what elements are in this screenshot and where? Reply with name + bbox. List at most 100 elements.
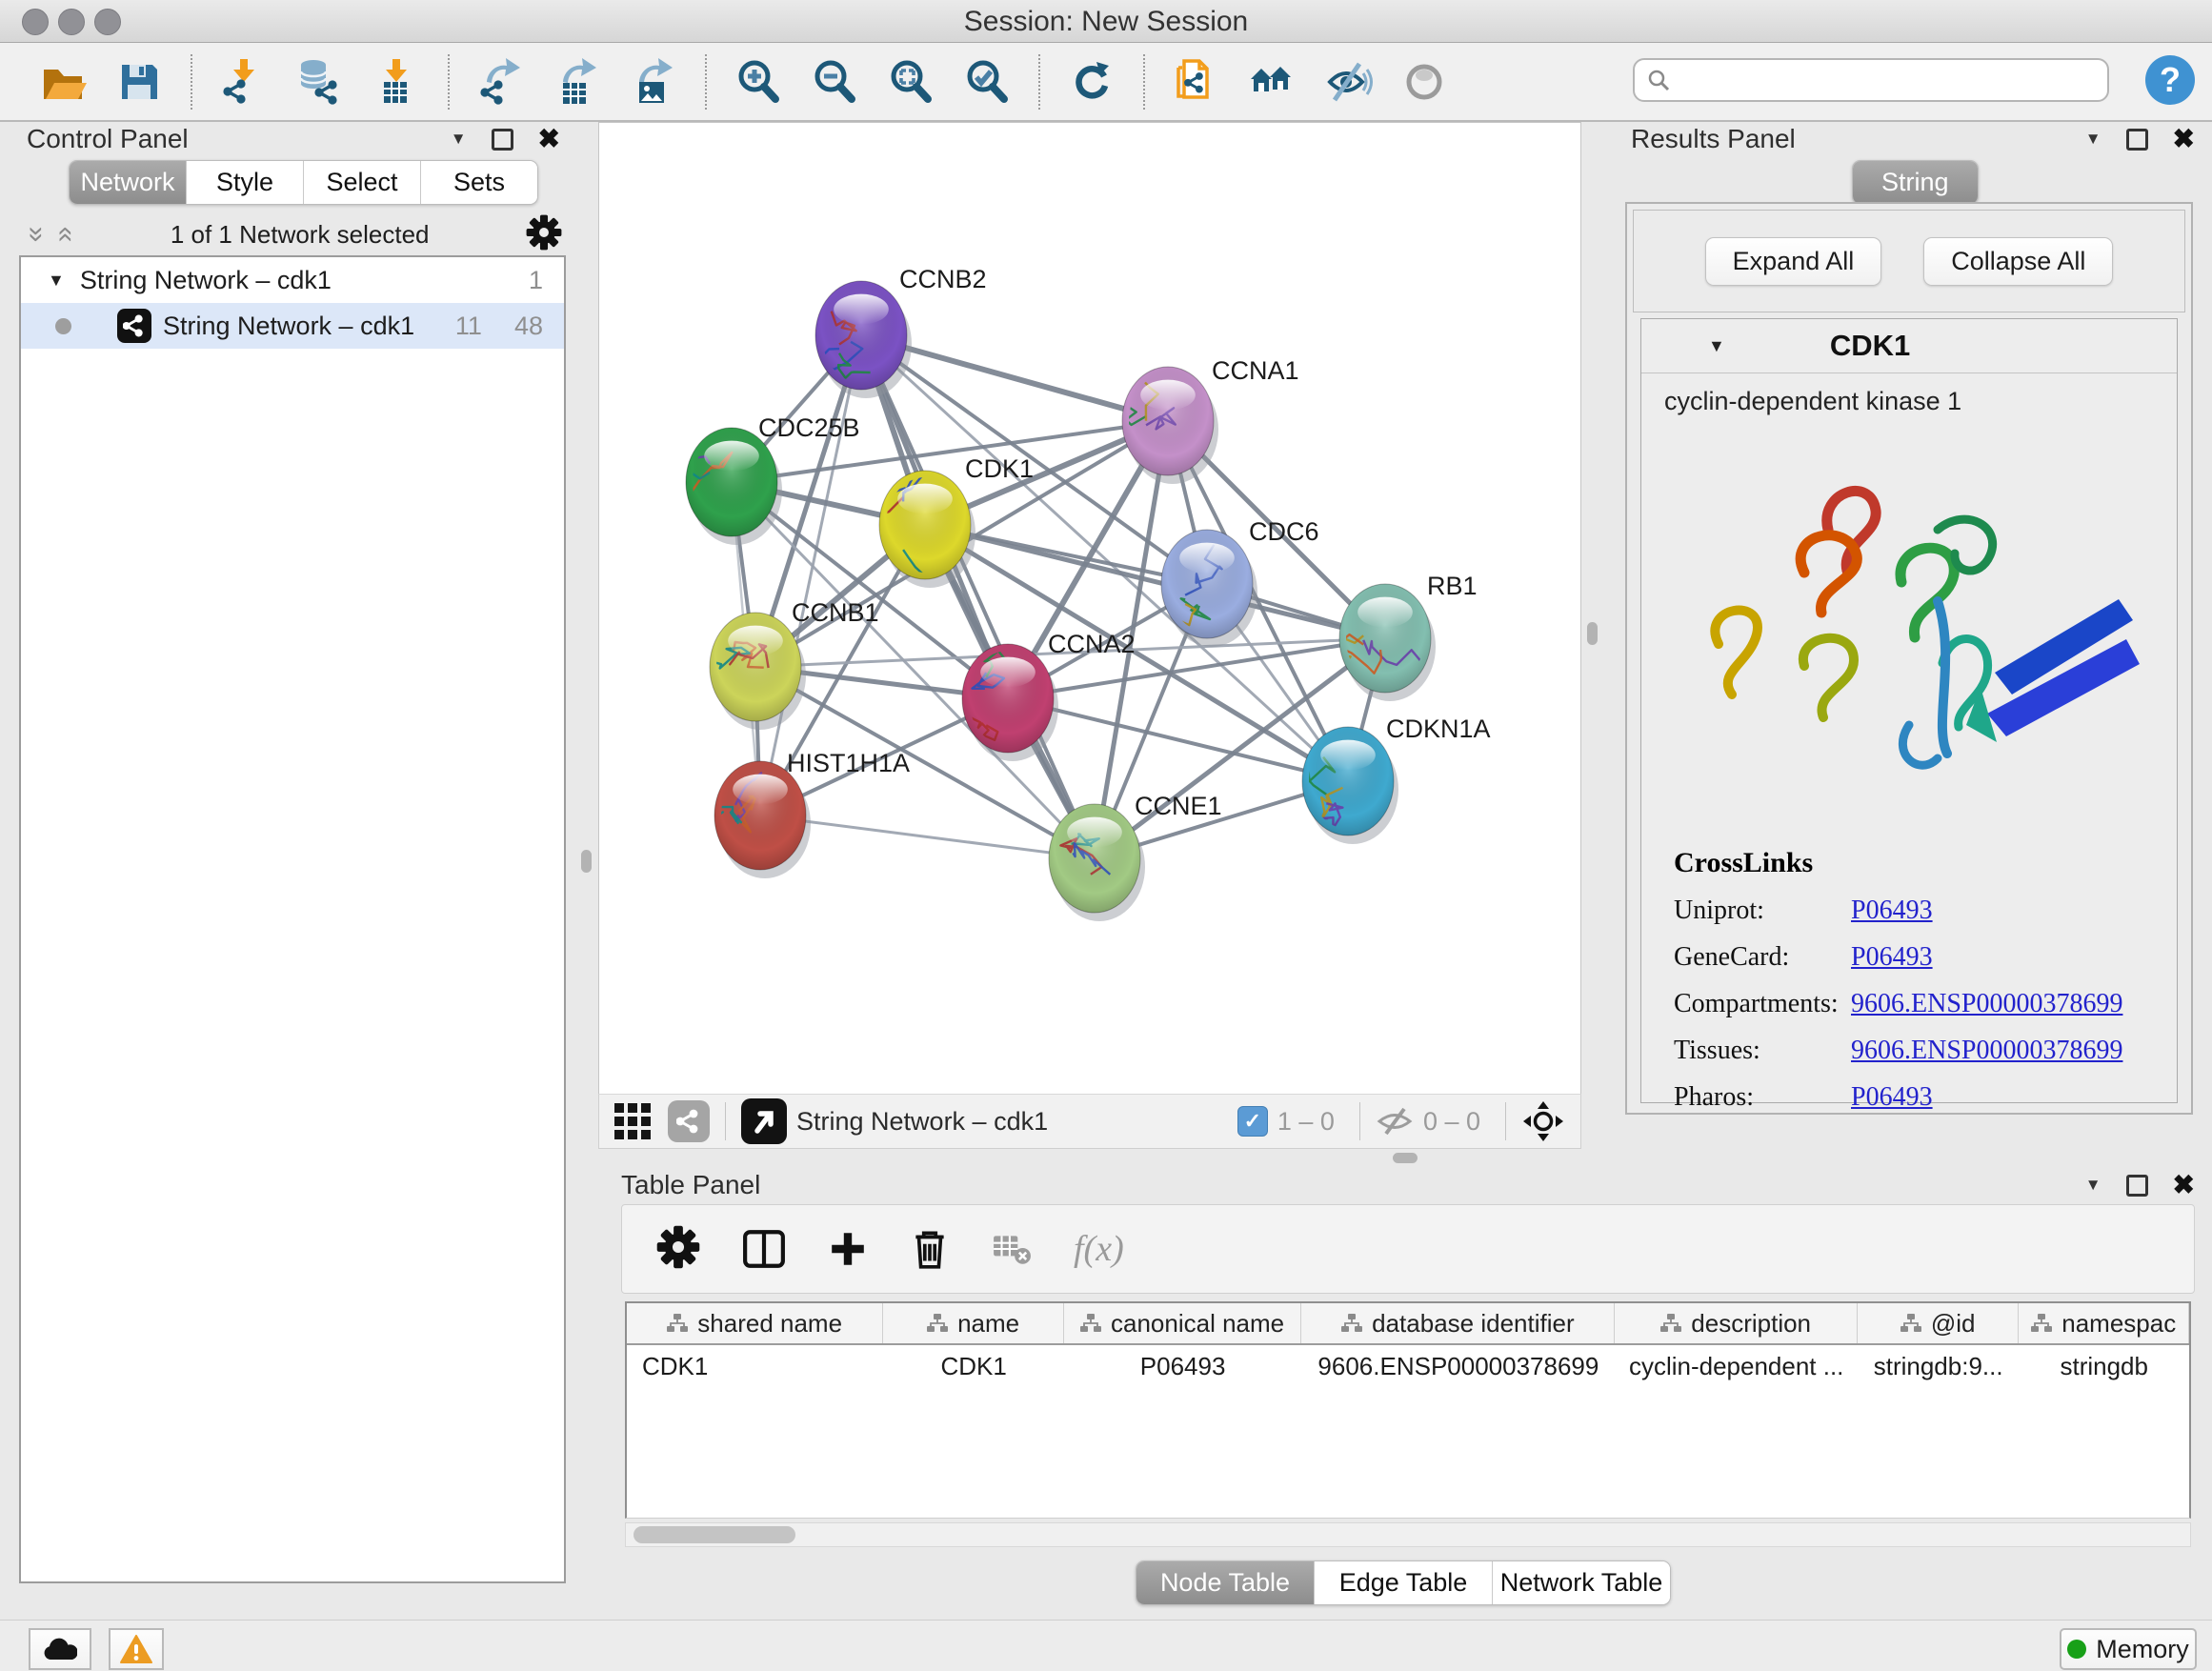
zoom-selected-icon[interactable] [961,56,1013,108]
table-cell[interactable]: CDK1 [883,1352,1064,1381]
crosslink-link[interactable]: P06493 [1851,942,1933,973]
warning-status-button[interactable] [109,1628,164,1670]
network-collection-row[interactable]: ▼ String Network – cdk1 1 [21,257,564,303]
search-input[interactable] [1671,65,2084,96]
zoom-out-icon[interactable] [809,56,860,108]
network-node-CDC25B[interactable] [656,427,782,545]
tab-style[interactable]: Style [187,161,304,204]
export-table-icon[interactable] [552,56,603,108]
hidden-counter: 0 – 0 [1423,1107,1480,1137]
table-cell[interactable]: stringdb:9... [1858,1352,2020,1381]
open-session-icon[interactable] [37,56,89,108]
table-cell[interactable]: P06493 [1064,1352,1301,1381]
import-network-from-file-icon[interactable] [218,56,270,108]
results-float-icon[interactable] [2126,129,2148,151]
crosslink-link[interactable]: 9606.ENSP00000378699 [1851,989,2122,1019]
crosslink-link[interactable]: 9606.ENSP00000378699 [1851,1036,2122,1066]
network-node-CCNB2[interactable] [815,281,912,398]
network-row-selected[interactable]: String Network – cdk1 11 48 [21,303,564,349]
share-document-icon[interactable] [1171,56,1222,108]
save-session-icon[interactable] [113,56,165,108]
network-options-gear-icon[interactable] [526,214,562,255]
network-edge[interactable] [760,335,861,815]
collapse-all-icon[interactable]: » [22,227,50,243]
protein-card-header[interactable]: ▼ CDK1 [1641,319,2177,373]
help-icon[interactable]: ? [2145,55,2195,105]
table-row[interactable]: CDK1CDK1P064939606.ENSP00000378699cyclin… [627,1345,2189,1387]
network-node-HIST1H1A[interactable] [711,761,811,878]
add-row-plus-icon[interactable] [828,1229,868,1269]
hide-graphics-details-icon[interactable] [1323,56,1375,108]
tab-string[interactable]: String [1853,161,1978,204]
birdseye-view-icon[interactable] [741,1098,787,1144]
table-close-icon[interactable]: ✖ [2173,1172,2195,1198]
left-splitter-handle[interactable] [581,850,592,873]
tab-sets[interactable]: Sets [421,161,537,204]
export-network-icon[interactable] [475,56,527,108]
refresh-icon[interactable] [1066,56,1117,108]
column-header-description[interactable]: description [1615,1303,1857,1343]
tab-network-table[interactable]: Network Table [1493,1561,1670,1604]
crosslink-link[interactable]: P06493 [1851,896,1933,926]
close-panel-icon[interactable]: ✖ [538,126,560,152]
import-network-from-database-icon[interactable] [294,56,346,108]
table-cell[interactable]: CDK1 [627,1352,883,1381]
table-settings-gear-icon[interactable] [656,1225,700,1274]
create-column-icon[interactable] [742,1229,786,1269]
column-header-database-identifier[interactable]: database identifier [1301,1303,1615,1343]
delete-trash-icon[interactable] [910,1227,950,1271]
network-node-RB1[interactable] [1324,584,1436,701]
crosslink-link[interactable]: P06493 [1851,1082,1933,1113]
fit-selected-crosshair-icon[interactable] [1521,1099,1565,1143]
panel-menu-icon[interactable]: ▼ [451,130,467,149]
tab-select[interactable]: Select [304,161,421,204]
network-node-CDKN1A[interactable] [1299,727,1398,844]
network-node-CDC6[interactable] [1150,530,1257,647]
show-graphics-details-icon[interactable] [1399,56,1451,108]
expand-all-button[interactable]: Expand All [1705,237,1882,286]
network-node-CCNB1[interactable] [706,613,807,730]
table-cell[interactable]: cyclin-dependent ... [1615,1352,1857,1381]
table-horizontal-scrollbar[interactable] [625,1522,2191,1547]
network-edge[interactable] [861,335,1095,858]
right-splitter-handle[interactable] [1587,622,1598,645]
column-header-shared-name[interactable]: shared name [627,1303,883,1343]
tab-edge-table[interactable]: Edge Table [1315,1561,1493,1604]
network-canvas[interactable]: CCNB2CCNA1CDC25BCDK1CDC6RB1CCNB1CCNA2CDK… [598,122,1581,1096]
zoom-fit-icon[interactable] [885,56,936,108]
column-header-namespac[interactable]: namespac [2019,1303,2189,1343]
scrollbar-thumb[interactable] [633,1526,795,1543]
table-menu-icon[interactable]: ▼ [2085,1176,2101,1195]
selected-nodes-checkbox[interactable]: ✓ [1237,1106,1268,1137]
tab-network[interactable]: Network [70,161,187,204]
network-view-share-icon[interactable] [668,1100,710,1142]
network-node-CDK1[interactable] [859,471,975,594]
column-header-@id[interactable]: @id [1858,1303,2020,1343]
collapse-all-button[interactable]: Collapse All [1923,237,2113,286]
table-float-icon[interactable] [2126,1175,2148,1197]
column-header-name[interactable]: name [883,1303,1064,1343]
bottom-splitter-handle[interactable] [1393,1153,1418,1163]
table-cell[interactable]: 9606.ENSP00000378699 [1301,1352,1615,1381]
memory-button[interactable]: Memory [2060,1628,2197,1670]
network-node-CCNA1[interactable] [1107,356,1218,484]
toolbar-divider [1143,54,1145,110]
float-panel-icon[interactable] [492,129,513,151]
network-node-CCNE1[interactable] [1049,804,1145,921]
network-node-CCNA2[interactable] [962,644,1058,761]
table-cell[interactable]: stringdb [2019,1352,2189,1381]
results-close-icon[interactable]: ✖ [2173,126,2195,152]
import-table-icon[interactable] [371,56,422,108]
cloud-status-button[interactable] [29,1628,91,1670]
export-image-icon[interactable] [628,56,679,108]
results-menu-icon[interactable]: ▼ [2085,130,2101,149]
network-graph[interactable]: CCNB2CCNA1CDC25BCDK1CDC6RB1CCNB1CCNA2CDK… [599,123,1580,1095]
tab-node-table[interactable]: Node Table [1136,1561,1315,1604]
tree-expander-icon[interactable]: ▼ [48,271,65,291]
grid-mode-icon[interactable] [614,1103,651,1139]
expand-all-icon[interactable]: « [51,227,80,243]
neighbors-houses-icon[interactable] [1247,56,1298,108]
zoom-in-icon[interactable] [733,56,784,108]
column-header-canonical-name[interactable]: canonical name [1064,1303,1301,1343]
protein-expander-icon[interactable]: ▼ [1708,336,1725,356]
